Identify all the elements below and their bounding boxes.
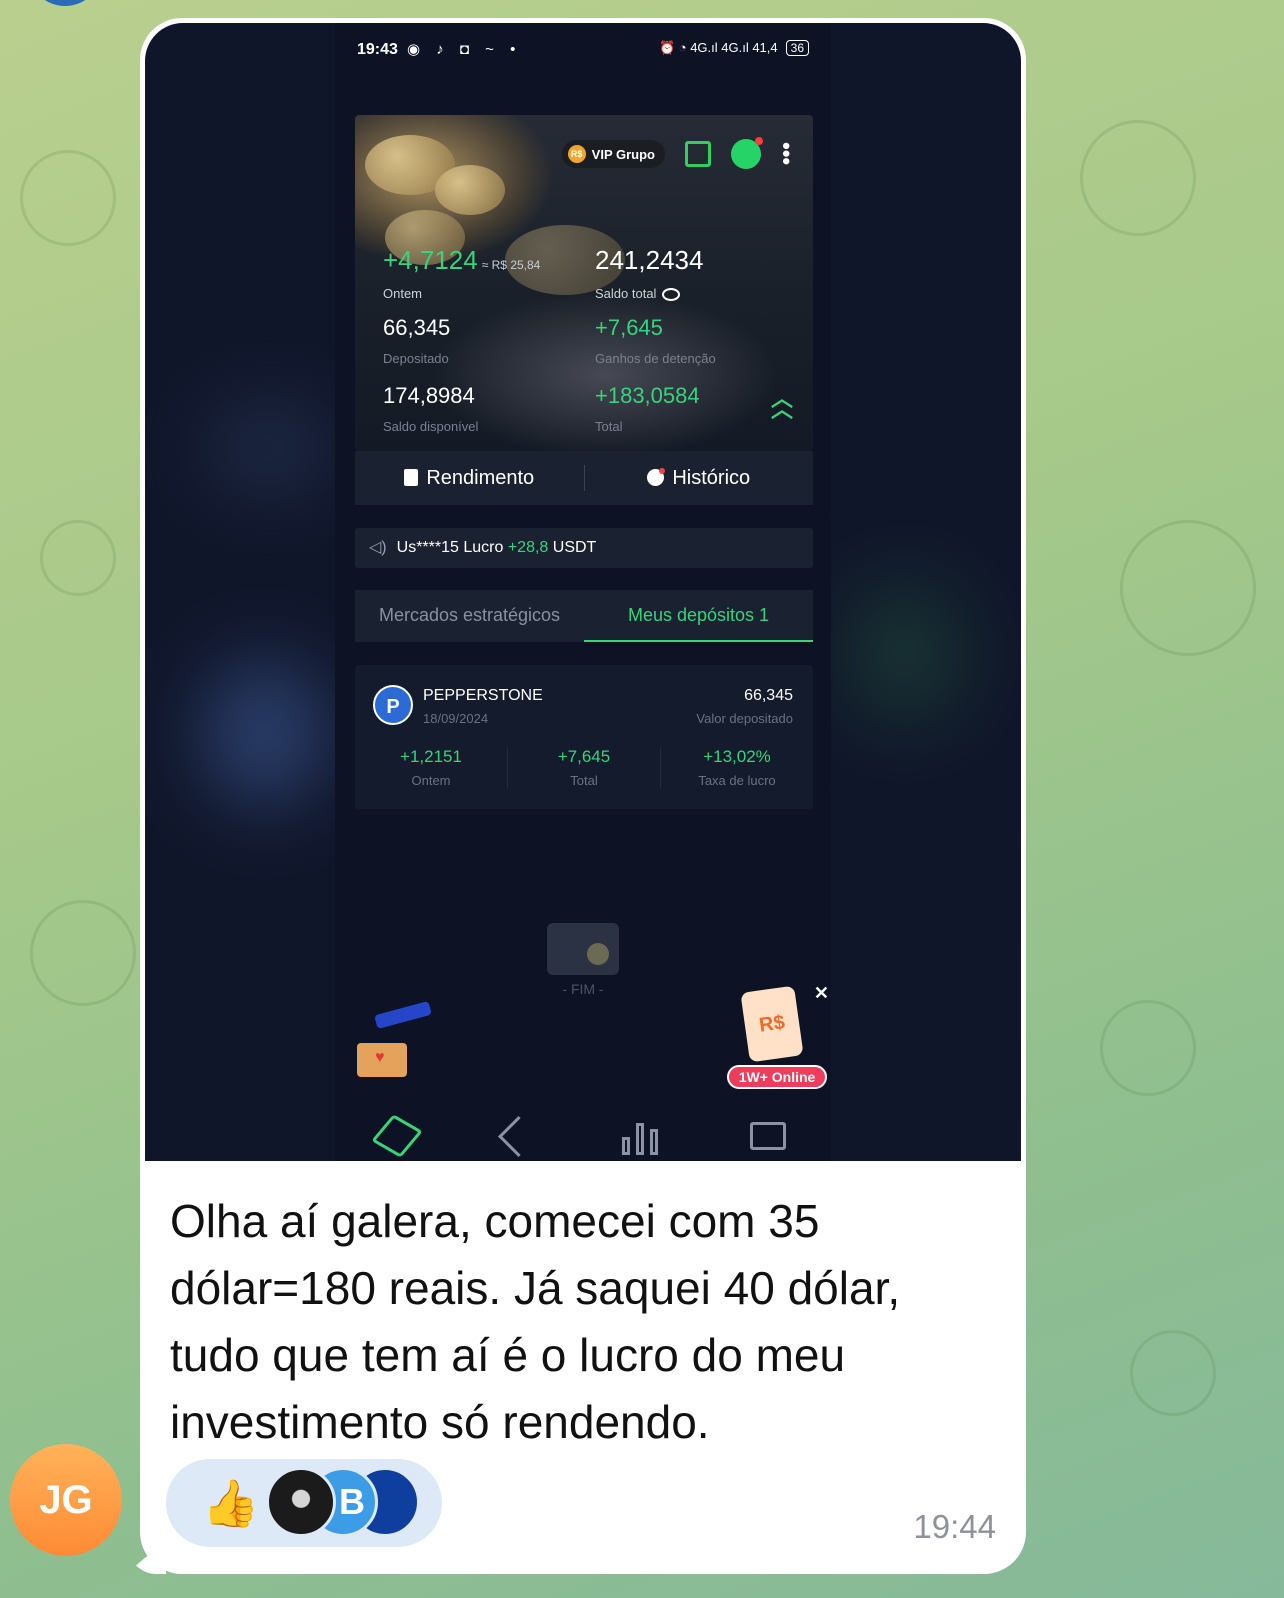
stat-deposited-label: Depositado (383, 351, 449, 366)
wallpaper-doodle (1080, 120, 1196, 236)
status-left-icons: ◉ ♪ ◘ ~ • (407, 41, 522, 58)
status-time: 19:43 (357, 41, 398, 58)
online-badge: 1W+ Online (727, 1065, 827, 1089)
blur-glow (205, 403, 335, 493)
deposit-date: 18/09/2024 (423, 711, 489, 726)
pepperstone-logo: P (373, 685, 413, 725)
nav-cube-icon[interactable] (371, 1114, 423, 1158)
sender-avatar[interactable]: JG (10, 1444, 122, 1556)
nav-chart-icon[interactable] (622, 1117, 660, 1155)
stat-deposited-value: 66,345 (383, 315, 451, 340)
deposit-amount-label: Valor depositado (696, 711, 793, 726)
brl-card-icon: R$ (740, 985, 804, 1063)
stat-total-balance-label: Saldo total (595, 286, 657, 301)
metric-total: +7,645 Total (507, 747, 660, 788)
stat-yesterday-value: +4,7124 (383, 245, 478, 275)
historico-button[interactable]: Histórico (585, 467, 814, 490)
vip-group-button[interactable]: R$ VIP Grupo (561, 140, 665, 168)
stat-holding-gains-label: Ganhos de detenção (595, 351, 716, 366)
battery-icon: 36 (785, 40, 809, 56)
donation-box-icon[interactable] (357, 1043, 407, 1077)
deposit-metrics: +1,2151 Ontem +7,645 Total +13,02% Taxa … (355, 747, 813, 788)
metric-yesterday: +1,2151 Ontem (355, 747, 507, 788)
wallpaper-doodle (40, 520, 116, 596)
status-right-icons: ⏰ ◔ 4G.ıl 4G.ıl 41,4 36 (659, 40, 809, 56)
speaker-icon: ◁) (369, 539, 387, 556)
stat-total-balance-value: 241,2434 (595, 245, 704, 275)
signal-icons: ⏰ ◔ 4G.ıl 4G.ıl 41,4 (658, 40, 778, 55)
metric-rate-value: +13,02% (703, 747, 771, 766)
phone-screen: 19:43 ◉ ♪ ◘ ~ • ⏰ ◔ 4G.ıl 4G.ıl 41,4 36 … (335, 23, 831, 1161)
blur-glow (845, 583, 965, 723)
wallpaper-doodle (30, 900, 136, 1006)
empty-folder-icon (547, 923, 619, 975)
message-time: 19:44 (913, 1508, 996, 1545)
metric-rate: +13,02% Taxa de lucro (660, 747, 813, 788)
message-caption: Olha aí galera, comecei com 35 dólar=180… (170, 1195, 901, 1448)
reactions-bar[interactable]: 👍 B (166, 1459, 442, 1547)
deposit-name: PEPPERSTONE (423, 687, 543, 704)
ticker-amount: +28,8 (507, 539, 549, 556)
metric-total-value: +7,645 (557, 747, 611, 766)
stat-total-value: +183,0584 (595, 383, 700, 408)
thumbs-up-icon: 👍 (202, 1477, 260, 1529)
yield-history-bar: Rendimento Histórico (355, 451, 813, 505)
market-tabs: Mercados estratégicos Meus depósitos 1 (355, 590, 813, 642)
history-icon (647, 467, 666, 486)
online-promo-widget[interactable]: R$ 1W+ Online ✕ (725, 983, 829, 1095)
nav-wallet-icon[interactable] (750, 1122, 787, 1150)
stat-available-value: 174,8984 (383, 383, 475, 408)
donation-hand-icon (374, 1000, 432, 1030)
eye-icon[interactable] (662, 288, 681, 302)
status-bar: 19:43 ◉ ♪ ◘ ~ • ⏰ ◔ 4G.ıl 4G.ıl 41,4 36 (335, 23, 831, 83)
historico-label: Histórico (672, 466, 751, 489)
hero-actions: R$ VIP Grupo ••• (561, 137, 799, 169)
message-bubble[interactable]: 19:43 ◉ ♪ ◘ ~ • ⏰ ◔ 4G.ıl 4G.ıl 41,4 36 … (140, 18, 1026, 1574)
stat-yesterday: +4,7124 ≈ R$ 25,84 Ontem (383, 245, 540, 301)
metric-rate-label: Taxa de lucro (698, 773, 776, 788)
metric-total-label: Total (570, 773, 598, 788)
stat-total-balance: 241,2434 Saldo total (595, 245, 704, 302)
more-menu-icon[interactable]: ••• (774, 142, 799, 165)
blur-glow (205, 663, 325, 803)
wallpaper-doodle (20, 150, 116, 246)
wallpaper-doodle (1120, 520, 1256, 656)
profit-ticker: ◁) Us****15 Lucro +28,8 USDT (355, 528, 813, 568)
ticker-currency: USDT (552, 539, 597, 556)
stat-total: +183,0584 Total (595, 383, 700, 434)
stat-holding-gains-value: +7,645 (595, 315, 663, 340)
stat-yesterday-brl: ≈ R$ 25,84 (481, 258, 541, 272)
ticket-icon[interactable] (685, 141, 711, 167)
stat-available: 174,8984 Saldo disponível (383, 383, 478, 434)
bottom-navigation (335, 1111, 831, 1161)
rendimento-button[interactable]: Rendimento (355, 467, 584, 490)
rendimento-label: Rendimento (426, 466, 535, 489)
brl-coin-icon: R$ (567, 145, 586, 163)
collapse-chevron-icon[interactable]: ︿ ︿ (771, 388, 793, 421)
metric-yesterday-label: Ontem (411, 773, 451, 788)
stat-holding-gains: +7,645 Ganhos de detenção (595, 315, 716, 366)
screenshot-image[interactable]: 19:43 ◉ ♪ ◘ ~ • ⏰ ◔ 4G.ıl 4G.ıl 41,4 36 … (145, 23, 1021, 1161)
whatsapp-icon[interactable] (731, 137, 763, 169)
vip-label: VIP Grupo (591, 146, 655, 162)
wallpaper-doodle (1130, 1330, 1216, 1416)
balance-hero: R$ VIP Grupo ••• +4,7124 ≈ R$ 25,84 Ontem… (355, 115, 813, 451)
coins-image (435, 165, 505, 215)
deposit-card[interactable]: P PEPPERSTONE 18/09/2024 66,345 Valor de… (355, 665, 813, 809)
previous-sender-avatar[interactable] (30, 0, 100, 6)
deposit-amount: 66,345 (744, 687, 793, 704)
close-icon[interactable]: ✕ (814, 983, 829, 1004)
stat-deposited: 66,345 Depositado (383, 315, 450, 366)
ticker-user: Us****15 Lucro (396, 539, 504, 556)
nav-send-icon[interactable] (497, 1115, 539, 1157)
document-icon (404, 468, 419, 486)
reactor-avatar (266, 1467, 336, 1537)
stat-total-label: Total (595, 419, 623, 434)
tab-strategic-markets[interactable]: Mercados estratégicos (355, 590, 584, 642)
metric-yesterday-value: +1,2151 (400, 747, 462, 766)
stat-available-label: Saldo disponível (383, 419, 479, 434)
stat-yesterday-label: Ontem (383, 286, 423, 301)
wallpaper-doodle (1100, 1000, 1196, 1096)
tab-my-deposits[interactable]: Meus depósitos 1 (584, 590, 813, 642)
